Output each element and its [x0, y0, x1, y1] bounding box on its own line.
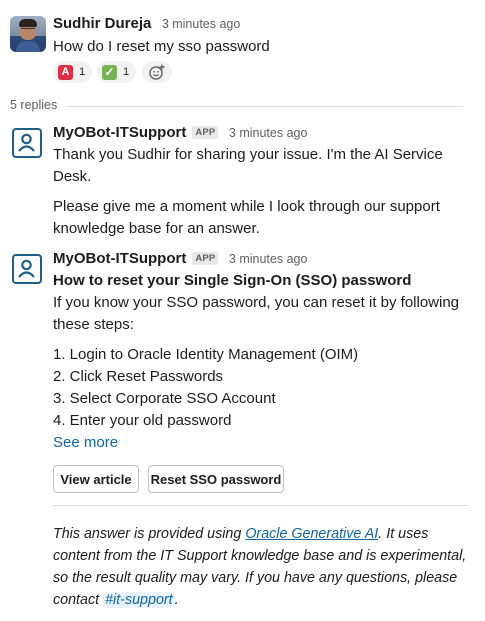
app-badge: APP [192, 126, 219, 139]
timestamp[interactable]: 3 minutes ago [229, 252, 308, 266]
ai-disclaimer: This answer is provided using Oracle Gen… [53, 523, 469, 611]
step-item: 3. Select Corporate SSO Account [53, 390, 276, 407]
reaction-count: 1 [123, 66, 130, 78]
step-item: 4. Enter your old password [53, 412, 232, 429]
disclaimer-text: This answer is provided using [53, 526, 246, 542]
author-name[interactable]: Sudhir Dureja [53, 15, 151, 32]
add-emoji-icon [149, 64, 165, 80]
message-header: Sudhir Dureja 3 minutes ago [53, 15, 240, 33]
app-badge: APP [192, 252, 219, 265]
view-article-button[interactable]: View article [53, 465, 139, 493]
reaction-check-mark[interactable]: ✓ 1 [97, 61, 137, 83]
timestamp[interactable]: 3 minutes ago [162, 17, 241, 31]
user-avatar[interactable] [10, 16, 46, 52]
person-icon [18, 259, 35, 278]
replies-count: 5 replies [10, 98, 58, 112]
step-item: 1. Login to Oracle Identity Management (… [53, 346, 359, 363]
message-text: Please give me a moment while I look thr… [53, 198, 440, 237]
reset-sso-password-button[interactable]: Reset SSO password [148, 465, 284, 493]
reaction-a-button[interactable]: A 1 [53, 61, 93, 83]
disclaimer-text: . [174, 592, 179, 608]
oracle-generative-ai-link[interactable]: Oracle Generative AI [245, 526, 378, 542]
person-icon [18, 133, 35, 152]
check-mark-emoji-icon: ✓ [102, 64, 117, 80]
step-item: 2. Click Reset Passwords [53, 368, 224, 385]
it-support-channel-link[interactable]: #it-support [103, 592, 175, 608]
message-header: MyOBot-ITSupport APP 3 minutes ago [53, 124, 307, 142]
message-text: How do I reset my sso password [53, 38, 270, 55]
author-name[interactable]: MyOBot-ITSupport [53, 250, 186, 267]
timestamp[interactable]: 3 minutes ago [229, 126, 308, 140]
bot-avatar[interactable] [12, 128, 42, 158]
add-reaction-button[interactable] [142, 61, 172, 83]
reaction-count: 1 [79, 66, 86, 78]
message-text: Thank you Sudhir for sharing your issue.… [53, 146, 443, 185]
message-header: MyOBot-ITSupport APP 3 minutes ago [53, 250, 307, 268]
article-heading: How to reset your Single Sign-On (SSO) p… [53, 272, 412, 289]
see-more-link[interactable]: See more [53, 432, 118, 454]
a-button-emoji-icon: A [58, 64, 73, 80]
divider [53, 505, 469, 506]
article-intro: If you know your SSO password, you can r… [53, 294, 460, 333]
replies-divider [66, 106, 463, 107]
author-name[interactable]: MyOBot-ITSupport [53, 124, 186, 141]
bot-avatar[interactable] [12, 254, 42, 284]
